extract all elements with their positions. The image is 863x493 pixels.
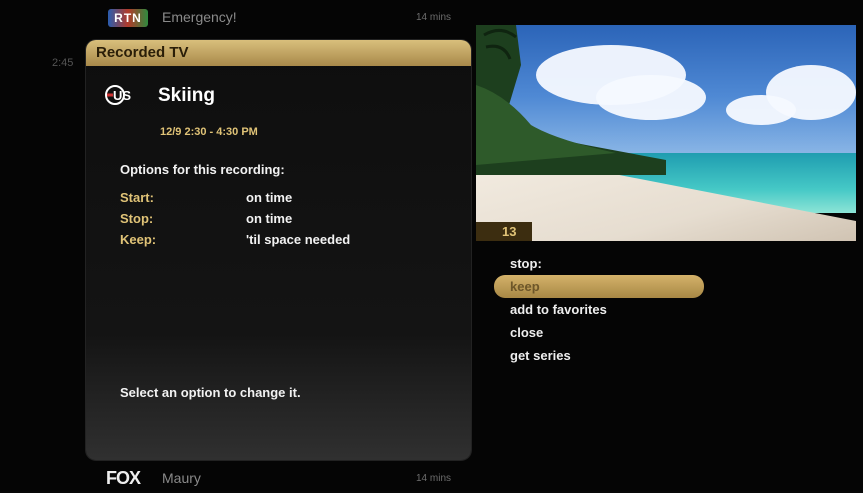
option-row-stop: Stop: on time [120,211,292,226]
option-value: on time [246,190,293,205]
guide-row-top[interactable]: RTN Emergency! 14 mins [86,4,471,32]
option-value: 'til space needed [246,232,351,247]
guide-program-title: Maury [162,470,201,486]
guide-time-label: 2:45 [52,57,74,69]
help-text: Select an option to change it. [120,385,301,400]
recording-actions-menu: stop: keep add to favorites close get se… [494,252,704,367]
menu-item-keep[interactable]: keep [494,275,704,298]
option-row-start: Start: on time [120,190,292,205]
media-center-screen: RTN Emergency! 14 mins 2:45 Recorded TV … [0,0,863,491]
menu-item-add-to-favorites[interactable]: add to favorites [494,298,704,321]
option-label: Keep: [120,232,157,247]
menu-item-close[interactable]: close [494,321,704,344]
preview-palm-trees [476,25,666,175]
options-heading: Options for this recording: [120,162,285,177]
guide-program-title: Emergency! [162,9,237,25]
menu-item-stop[interactable]: stop: [494,252,704,275]
guide-row-bottom[interactable]: FOX Maury 14 mins [86,465,471,493]
menu-item-get-series[interactable]: get series [494,344,704,367]
recorded-tv-dialog: Recorded TV US Skiing 12/9 2:30 - 4:30 P… [86,40,471,460]
option-label: Start: [120,190,154,205]
preview-channel-number: 13 [476,222,532,241]
option-value: on time [246,211,293,226]
channel-logo-text: US [113,88,131,103]
dialog-header: Recorded TV [86,40,471,66]
live-tv-preview[interactable] [476,25,856,241]
option-row-keep: Keep: 'til space needed [120,232,350,247]
option-label: Stop: [120,211,154,226]
program-title: Skiing [158,85,216,106]
network-logo-fox: FOX [106,468,141,488]
preview-cloud [726,95,796,125]
channel-logo-usa: US [105,85,131,105]
guide-program-duration: 14 mins [415,12,451,23]
network-logo-rtn: RTN [108,9,148,27]
program-airtime: 12/9 2:30 - 4:30 PM [160,126,258,138]
guide-program-duration: 14 mins [415,473,451,484]
